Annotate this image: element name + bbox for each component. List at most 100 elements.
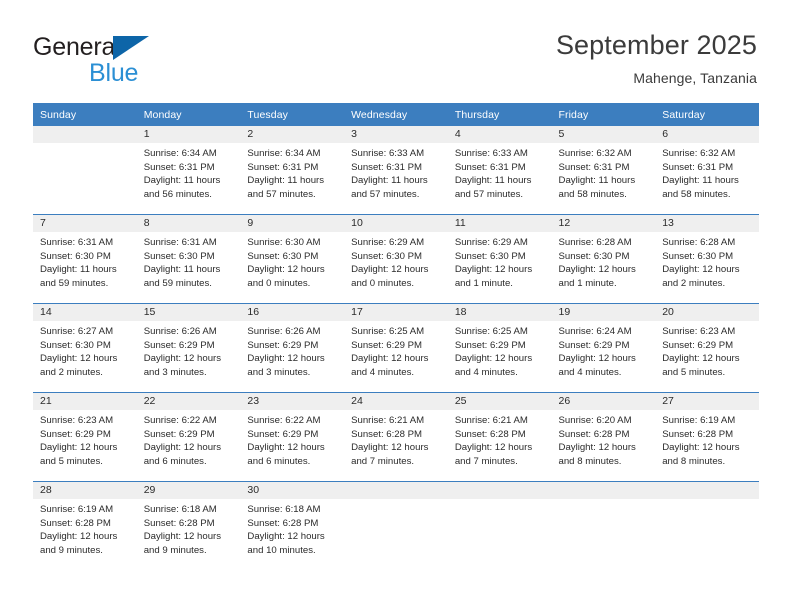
daylight-text-line2: and 0 minutes. [351,277,415,289]
calendar-cell: 1 Sunrise: 6:34 AM Sunset: 6:31 PM Daylight… [136,126,241,215]
sunrise-text: Sunrise: 6:32 AM [662,148,736,159]
day-cell[interactable]: 20 Sunrise: 6:23 AM Sunset: 6:29 PM Dayligh… [655,304,759,392]
calendar-cell [447,481,552,570]
sunrise-text: Sunrise: 6:34 AM [143,148,217,159]
day-cell[interactable]: 10 Sunrise: 6:29 AM Sunset: 6:30 PM Dayligh… [344,215,448,303]
day-cell[interactable]: 8 Sunrise: 6:31 AM Sunset: 6:30 PM Daylight… [136,215,241,303]
calendar-cell: 14 Sunrise: 6:27 AM Sunset: 6:30 PM Dayligh… [33,303,137,393]
sunset-text: Sunset: 6:30 PM [351,250,423,262]
daylight-text-line2: and 1 minute. [454,277,513,289]
day-cell[interactable]: 15 Sunrise: 6:26 AM Sunset: 6:29 PM Dayligh… [136,304,241,392]
sunrise-text: Sunrise: 6:21 AM [454,415,528,426]
day-sun-info: Sunrise: 6:21 AM Sunset: 6:28 PM Daylight:… [448,410,552,468]
day-cell[interactable]: 23 Sunrise: 6:22 AM Sunset: 6:29 PM Dayligh… [240,393,345,481]
sunset-text: Sunset: 6:30 PM [558,250,630,262]
day-cell[interactable]: 9 Sunrise: 6:30 AM Sunset: 6:30 PM Daylight… [240,215,345,303]
sunset-text: Sunset: 6:28 PM [558,428,630,440]
logo-triangle-icon [113,36,149,60]
day-sun-info: Sunrise: 6:34 AM Sunset: 6:31 PM Daylight:… [137,143,241,201]
sunset-text: Sunset: 6:30 PM [247,250,319,262]
daylight-text-line1: Daylight: 12 hours [40,353,118,365]
sunset-text: Sunset: 6:29 PM [662,339,734,351]
sunset-text: Sunset: 6:31 PM [558,161,630,173]
day-number: 3 [344,126,448,143]
day-cell[interactable]: 4 Sunrise: 6:33 AM Sunset: 6:31 PM Daylight… [447,126,552,214]
sunset-text: Sunset: 6:29 PM [143,428,215,440]
day-cell[interactable]: 6 Sunrise: 6:32 AM Sunset: 6:31 PM Daylight… [655,126,759,214]
day-sun-info: Sunrise: 6:18 AM Sunset: 6:28 PM Daylight:… [137,499,241,557]
weekday-header-saturday: Saturday [655,103,759,126]
sunset-text: Sunset: 6:29 PM [247,428,319,440]
day-cell-empty [655,482,759,570]
general-blue-logo[interactable]: General Blue [33,33,213,89]
day-sun-info: Sunrise: 6:23 AM Sunset: 6:29 PM Daylight:… [655,321,759,379]
daylight-text-line1: Daylight: 12 hours [247,264,325,276]
calendar-cell [551,481,656,570]
calendar-table: Sunday Monday Tuesday Wednesday Thursday… [33,103,759,570]
daylight-text-line2: and 4 minutes. [454,366,518,378]
day-sun-info: Sunrise: 6:25 AM Sunset: 6:29 PM Daylight:… [344,321,448,379]
calendar-cell: 17 Sunrise: 6:25 AM Sunset: 6:29 PM Dayligh… [344,303,448,393]
day-cell[interactable]: 19 Sunrise: 6:24 AM Sunset: 6:29 PM Dayligh… [551,304,656,392]
day-cell[interactable]: 24 Sunrise: 6:21 AM Sunset: 6:28 PM Dayligh… [344,393,448,481]
sunset-text: Sunset: 6:30 PM [662,250,734,262]
day-cell[interactable]: 13 Sunrise: 6:28 AM Sunset: 6:30 PM Dayligh… [655,215,759,303]
day-number: 11 [447,215,552,232]
sunrise-text: Sunrise: 6:18 AM [247,504,321,515]
day-cell[interactable]: 7 Sunrise: 6:31 AM Sunset: 6:30 PM Daylight… [33,215,137,303]
day-number: 13 [655,215,759,232]
daylight-text-line2: and 9 minutes. [143,544,207,556]
daylight-text-line1: Daylight: 12 hours [662,353,740,365]
sunset-text: Sunset: 6:28 PM [351,428,423,440]
calendar-cell: 6 Sunrise: 6:32 AM Sunset: 6:31 PM Daylight… [655,126,759,215]
day-cell[interactable]: 29 Sunrise: 6:18 AM Sunset: 6:28 PM Dayligh… [136,482,241,570]
sunset-text: Sunset: 6:29 PM [247,339,319,351]
day-cell[interactable]: 2 Sunrise: 6:34 AM Sunset: 6:31 PM Daylight… [240,126,345,214]
day-sun-info: Sunrise: 6:19 AM Sunset: 6:28 PM Daylight:… [655,410,759,468]
day-sun-info: Sunrise: 6:28 AM Sunset: 6:30 PM Daylight:… [552,232,656,290]
calendar-cell: 27 Sunrise: 6:19 AM Sunset: 6:28 PM Dayligh… [655,392,759,482]
day-cell[interactable]: 26 Sunrise: 6:20 AM Sunset: 6:28 PM Dayligh… [551,393,656,481]
daylight-text-line1: Daylight: 12 hours [558,264,636,276]
day-sun-info: Sunrise: 6:21 AM Sunset: 6:28 PM Daylight:… [344,410,448,468]
day-cell[interactable]: 18 Sunrise: 6:25 AM Sunset: 6:29 PM Dayligh… [447,304,552,392]
day-cell[interactable]: 30 Sunrise: 6:18 AM Sunset: 6:28 PM Dayligh… [240,482,345,570]
sunrise-text: Sunrise: 6:28 AM [558,237,632,248]
day-cell[interactable]: 27 Sunrise: 6:19 AM Sunset: 6:28 PM Dayligh… [655,393,759,481]
daylight-text-line2: and 59 minutes. [40,277,109,289]
calendar-week-row: 21 Sunrise: 6:23 AM Sunset: 6:29 PM Dayligh… [33,392,759,482]
calendar-cell: 2 Sunrise: 6:34 AM Sunset: 6:31 PM Daylight… [240,126,345,215]
calendar-cell: 19 Sunrise: 6:24 AM Sunset: 6:29 PM Dayligh… [551,303,656,393]
day-cell[interactable]: 21 Sunrise: 6:23 AM Sunset: 6:29 PM Dayligh… [33,393,137,481]
daylight-text-line2: and 8 minutes. [558,455,622,467]
daylight-text-line2: and 6 minutes. [143,455,207,467]
day-sun-info: Sunrise: 6:34 AM Sunset: 6:31 PM Daylight:… [240,143,344,201]
day-number: 19 [551,304,656,321]
daylight-text-line1: Daylight: 11 hours [247,175,325,187]
sunrise-text: Sunrise: 6:24 AM [558,326,632,337]
sunrise-text: Sunrise: 6:21 AM [351,415,425,426]
day-cell[interactable]: 12 Sunrise: 6:28 AM Sunset: 6:30 PM Dayligh… [551,215,656,303]
daylight-text-line1: Daylight: 12 hours [454,264,533,276]
sunset-text: Sunset: 6:30 PM [454,250,526,262]
day-cell[interactable]: 17 Sunrise: 6:25 AM Sunset: 6:29 PM Dayligh… [344,304,448,392]
daylight-text-line2: and 4 minutes. [558,366,622,378]
daylight-text-line2: and 9 minutes. [40,544,103,556]
day-cell[interactable]: 3 Sunrise: 6:33 AM Sunset: 6:31 PM Daylight… [344,126,448,214]
day-cell[interactable]: 5 Sunrise: 6:32 AM Sunset: 6:31 PM Daylight… [551,126,656,214]
day-cell[interactable]: 28 Sunrise: 6:19 AM Sunset: 6:28 PM Dayligh… [33,482,137,570]
day-cell[interactable]: 11 Sunrise: 6:29 AM Sunset: 6:30 PM Dayligh… [447,215,552,303]
daylight-text-line1: Daylight: 12 hours [662,264,740,276]
sunset-text: Sunset: 6:28 PM [662,428,734,440]
day-number: 18 [447,304,552,321]
day-cell[interactable]: 14 Sunrise: 6:27 AM Sunset: 6:30 PM Dayligh… [33,304,137,392]
day-cell[interactable]: 22 Sunrise: 6:22 AM Sunset: 6:29 PM Dayligh… [136,393,241,481]
sunrise-text: Sunrise: 6:32 AM [558,148,632,159]
day-cell[interactable]: 1 Sunrise: 6:34 AM Sunset: 6:31 PM Daylight… [136,126,241,214]
day-cell[interactable]: 25 Sunrise: 6:21 AM Sunset: 6:28 PM Dayligh… [447,393,552,481]
calendar-cell: 22 Sunrise: 6:22 AM Sunset: 6:29 PM Dayligh… [136,392,241,482]
day-number: 29 [136,482,241,499]
day-cell[interactable]: 16 Sunrise: 6:26 AM Sunset: 6:29 PM Dayligh… [240,304,345,392]
calendar-page: General Blue September 2025 Mahenge, Tan… [0,0,792,612]
calendar-cell: 4 Sunrise: 6:33 AM Sunset: 6:31 PM Daylight… [447,126,552,215]
